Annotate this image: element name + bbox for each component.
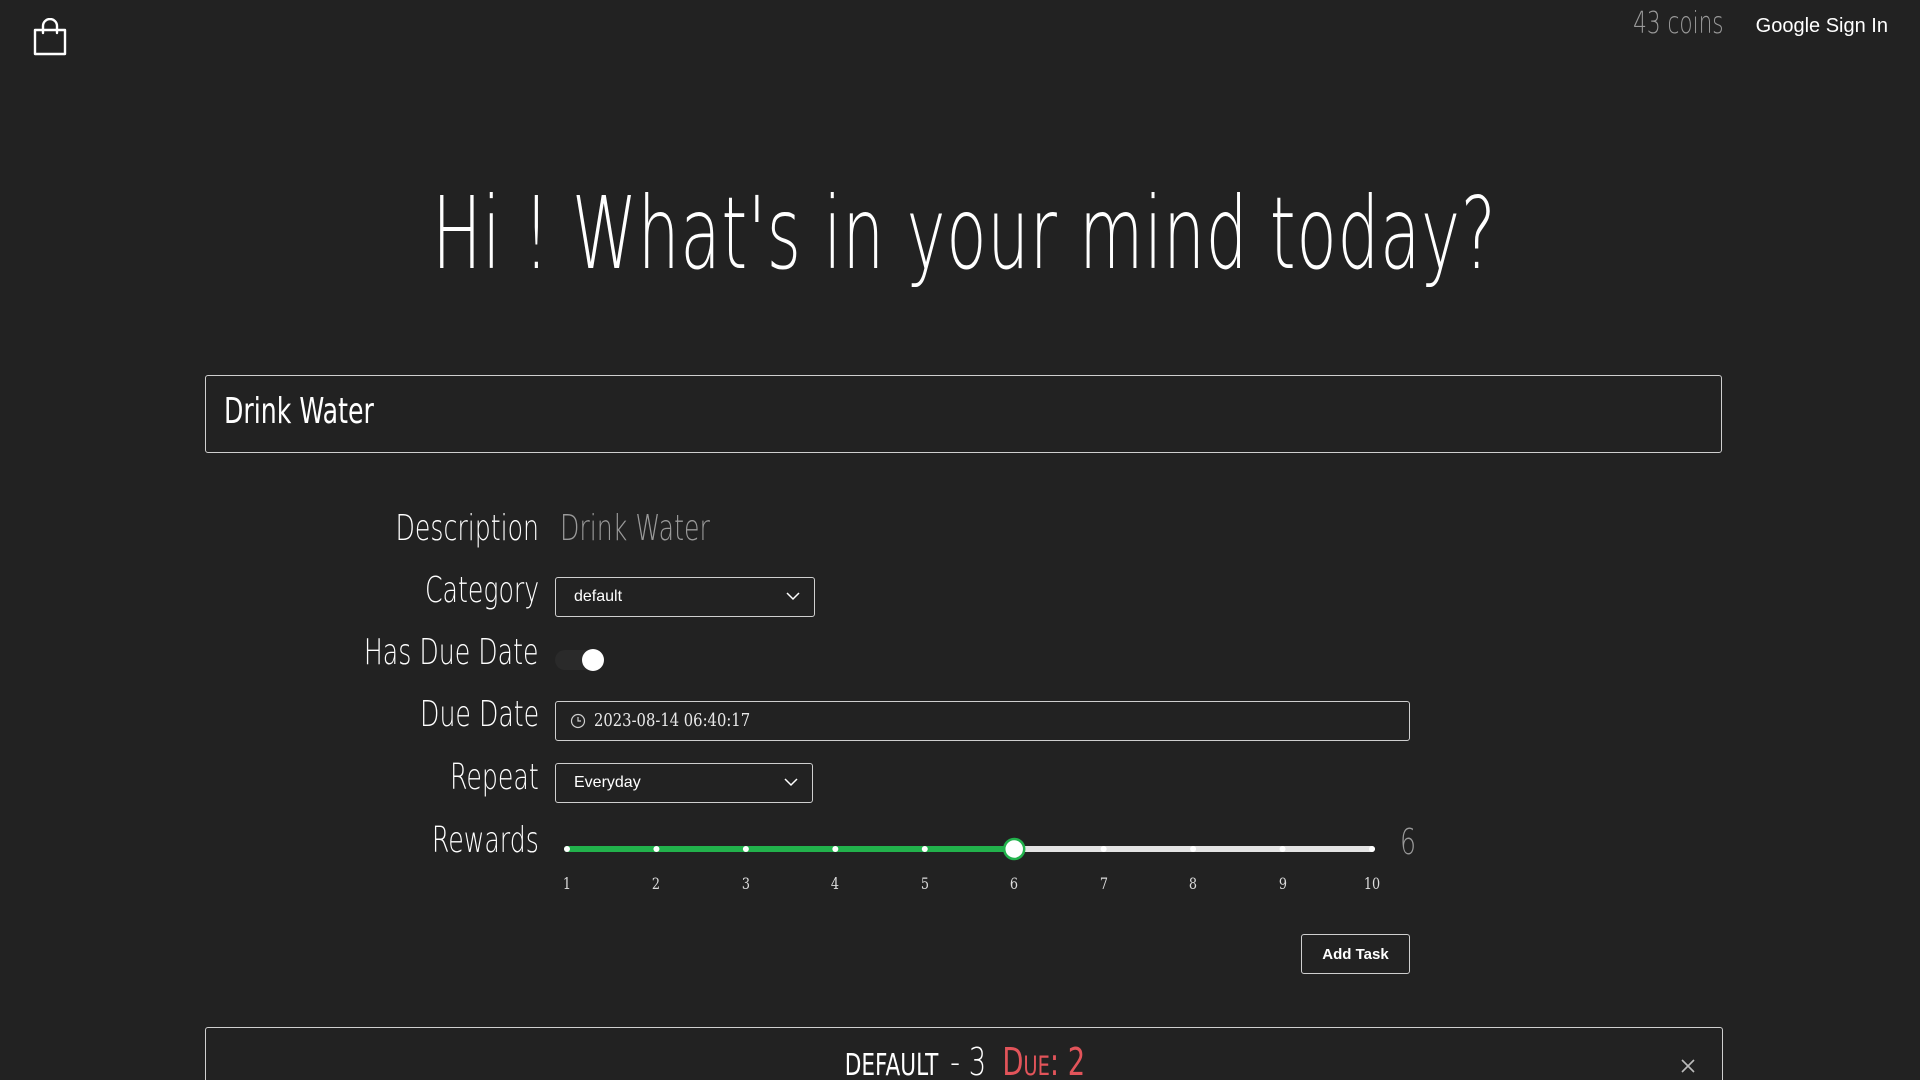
slider-tick-label: 2 — [652, 874, 661, 893]
page-title: Hi ! What's in your mind today? — [0, 175, 1920, 292]
chevron-down-icon — [786, 592, 800, 601]
task-title-input[interactable]: Drink Water — [205, 375, 1722, 453]
clock-icon — [570, 713, 586, 729]
category-name: DEFAULT — [844, 1048, 939, 1080]
category-selected-value: default — [574, 588, 623, 605]
slider-tick-mark — [921, 846, 928, 852]
due-date-value: 2023-08-14 06:40:17 — [594, 710, 751, 731]
slider-tick-label: 3 — [741, 874, 750, 893]
repeat-select[interactable]: Everyday — [555, 763, 813, 803]
category-task-count: - 3 — [950, 1040, 987, 1080]
category-label: Category — [424, 570, 539, 611]
rewards-label: Rewards — [432, 820, 539, 861]
has-due-date-label: Has Due Date — [364, 632, 539, 673]
coins-balance: 43 coins — [1633, 6, 1724, 41]
google-sign-in-link[interactable]: Google Sign In — [1756, 15, 1888, 38]
category-due-count: Due: 2 — [1002, 1040, 1086, 1080]
task-title-value: Drink Water — [224, 391, 374, 432]
category-panel: DEFAULT - 3 Due: 2 — [205, 1027, 1723, 1080]
slider-tick-label: 6 — [1010, 874, 1019, 893]
slider-tick-mark — [1369, 846, 1375, 852]
slider-tick-label: 10 — [1363, 874, 1381, 893]
slider-thumb[interactable] — [1002, 837, 1026, 861]
repeat-label: Repeat — [450, 757, 539, 798]
slider-tick-mark — [1100, 846, 1107, 852]
slider-tick-mark — [1279, 846, 1286, 852]
page-title-text: Hi ! What's in your mind today? — [431, 175, 1497, 292]
slider-tick-mark — [742, 846, 749, 852]
slider-tick-label: 7 — [1099, 874, 1108, 893]
rewards-slider[interactable]: 1 2 3 4 5 6 7 8 9 10 — [555, 830, 1385, 893]
slider-tick-mark — [564, 846, 570, 852]
description-value: Drink Water — [560, 508, 710, 549]
slider-tick-label: 8 — [1189, 874, 1198, 893]
slider-tick-mark — [832, 846, 839, 852]
rewards-value: 6 — [1400, 822, 1417, 863]
repeat-selected-value: Everyday — [574, 774, 641, 791]
close-icon[interactable] — [1680, 1058, 1696, 1074]
slider-tick-label: 1 — [562, 874, 572, 893]
add-task-button[interactable]: Add Task — [1301, 934, 1410, 974]
slider-tick-label: 9 — [1278, 874, 1287, 893]
app-page: 43 coins Google Sign In Hi ! What's in y… — [0, 0, 1920, 1080]
due-date-picker[interactable]: 2023-08-14 06:40:17 — [555, 701, 1410, 741]
slider-tick-label: 5 — [920, 874, 929, 893]
category-panel-header[interactable]: DEFAULT - 3 Due: 2 — [206, 1040, 1724, 1080]
due-date-label: Due Date — [419, 694, 539, 735]
slider-tick-mark — [653, 846, 660, 852]
has-due-date-toggle[interactable] — [555, 649, 605, 671]
shopping-bag-icon[interactable] — [32, 18, 68, 56]
category-select[interactable]: default — [555, 577, 815, 617]
toggle-knob — [582, 649, 604, 671]
slider-tick-label: 4 — [831, 874, 840, 893]
slider-track — [564, 837, 1375, 861]
chevron-down-icon — [784, 778, 798, 787]
description-label: Description — [395, 508, 539, 549]
slider-tick-mark — [1190, 846, 1197, 852]
